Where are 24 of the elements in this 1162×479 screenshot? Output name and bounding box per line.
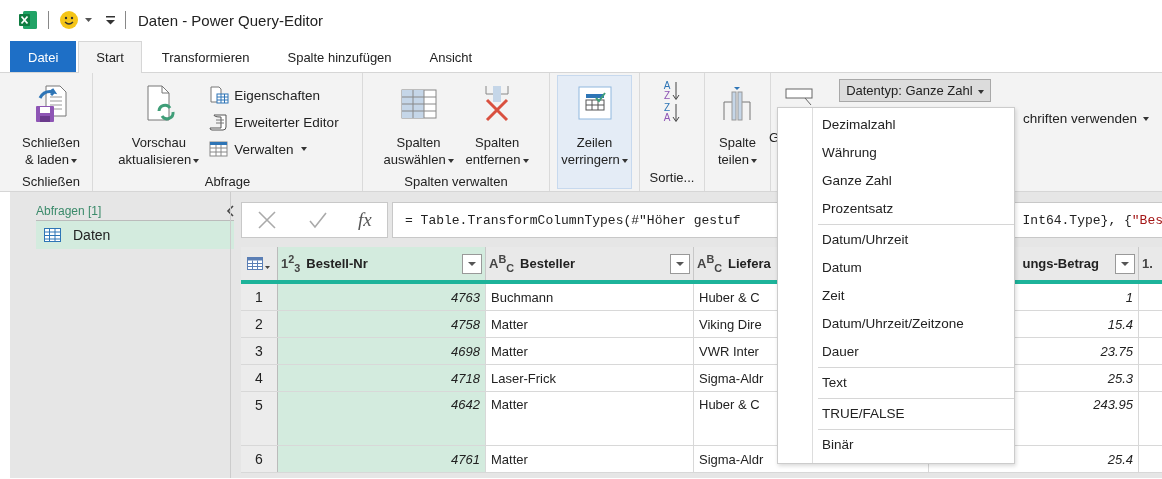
table-cell: 4642 [278,392,486,445]
table-cell: Matter [486,311,694,337]
table-cell: Buchmann [486,284,694,310]
table-cell: Laser-Frick [486,365,694,391]
group-label: Schließen [21,173,81,191]
group-label: Spalten verwalten [403,173,509,191]
table-cell: Matter [486,338,694,364]
table-cell: 4718 [278,365,486,391]
table-cell: 4763 [278,284,486,310]
row-number: 4 [241,365,278,391]
table-cell: Matter [486,392,694,445]
queries-title: Abfragen [1] [36,204,102,218]
table-cell: 4698 [278,338,486,364]
row-number: 2 [241,311,278,337]
table-cell: 4758 [278,311,486,337]
row-number: 3 [241,338,278,364]
row-number: 5 [241,392,278,445]
group-label: Sortie... [648,169,696,187]
table-cell: Matter [486,446,694,472]
window-title: Daten - Power Query-Editor [138,11,324,29]
group-label: Abfrage [203,173,252,191]
row-number: 6 [241,446,278,472]
table-cell: 4761 [278,446,486,472]
row-number: 1 [241,284,278,310]
